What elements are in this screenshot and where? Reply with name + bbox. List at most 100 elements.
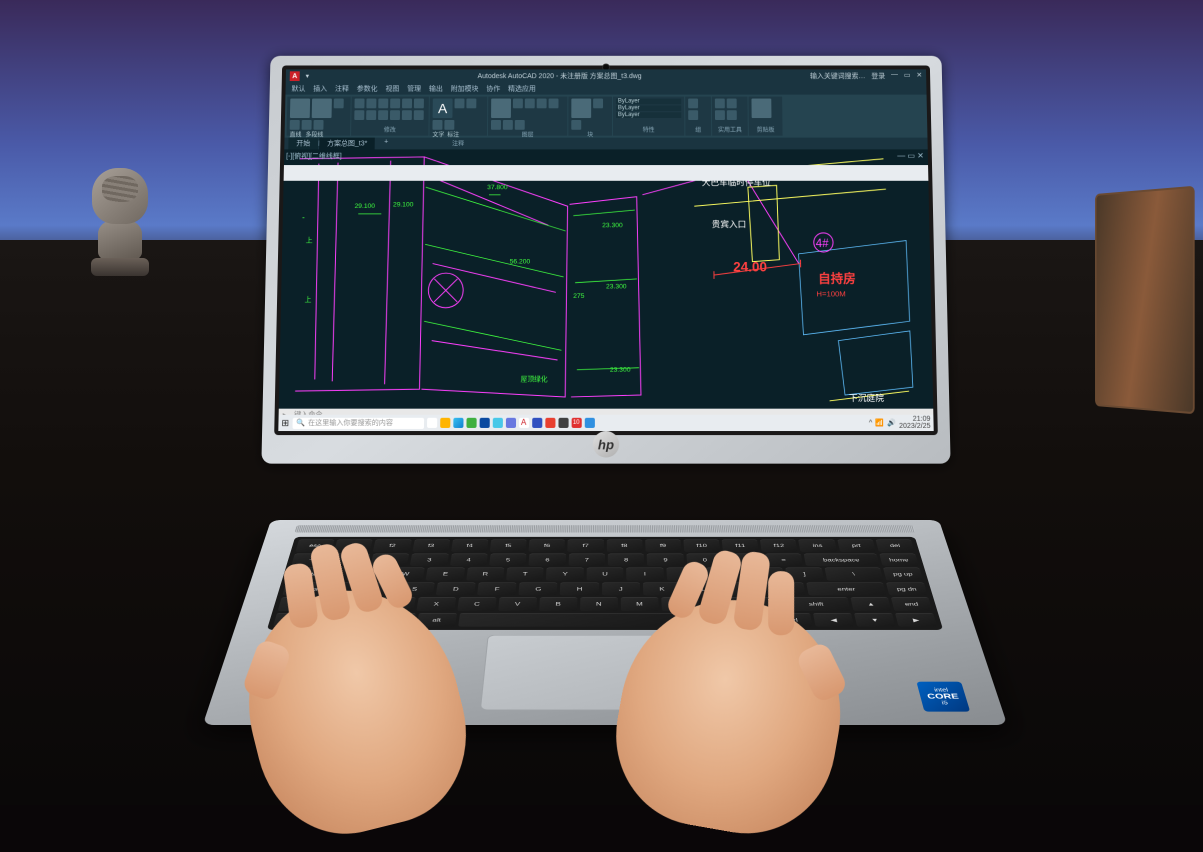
- app4-icon[interactable]: [558, 418, 568, 428]
- panel-layers[interactable]: 图层: [488, 97, 567, 136]
- key-up[interactable]: ▲: [850, 597, 891, 611]
- laptop-lid: A ▾ Autodesk AutoCAD 2020 - 未注册版 方案总图_t3…: [261, 56, 950, 464]
- key-enter[interactable]: enter: [807, 582, 887, 595]
- tab-addins[interactable]: 附加模块: [451, 84, 479, 94]
- app2-icon[interactable]: [532, 418, 542, 428]
- tab-annotate[interactable]: 注释: [335, 84, 349, 94]
- tab-default[interactable]: 默认: [291, 84, 305, 94]
- svg-text:屋顶绿化: 屋顶绿化: [521, 374, 548, 383]
- edge-icon[interactable]: [453, 418, 463, 428]
- tab-view[interactable]: 视图: [385, 84, 399, 94]
- ribbon-tabs: 默认 插入 注释 参数化 视图 管理 输出 附加模块 协作 精选应用: [285, 83, 926, 95]
- taskbar-pinned: A 10: [427, 418, 595, 428]
- tab-manage[interactable]: 管理: [407, 84, 421, 94]
- key-down[interactable]: ▼: [854, 613, 896, 627]
- color-dropdown[interactable]: ByLayer: [616, 99, 681, 105]
- svg-text:29.100: 29.100: [393, 201, 414, 208]
- tab-insert[interactable]: 插入: [313, 84, 327, 94]
- tab-parametric[interactable]: 参数化: [357, 84, 378, 94]
- taskbar-search[interactable]: 🔍 在这里输入你要搜索的内容: [292, 417, 424, 428]
- wechat-icon[interactable]: [466, 418, 476, 428]
- panel-utilities[interactable]: 实用工具: [712, 97, 748, 136]
- panel-draw[interactable]: 直线多段线 绘图: [287, 97, 351, 136]
- block-insert-icon[interactable]: [571, 99, 591, 119]
- layer-props-icon[interactable]: [491, 99, 511, 119]
- titlebar: A ▾ Autodesk AutoCAD 2020 - 未注册版 方案总图_t3…: [286, 69, 927, 83]
- svg-text:275: 275: [573, 293, 585, 300]
- svg-text:56.200: 56.200: [510, 259, 531, 266]
- autocad-taskbar-icon[interactable]: A: [519, 418, 529, 428]
- weather-icon[interactable]: [492, 418, 502, 428]
- qat-save-icon[interactable]: ▾: [306, 72, 310, 80]
- cad-drawing: 24.00 自持房 大巴车临时停车位 贵宾入口 下沉庭院 H=100M 4#: [279, 149, 933, 408]
- doctab-new[interactable]: +: [376, 138, 396, 150]
- svg-text:贵宾入口: 贵宾入口: [712, 218, 747, 229]
- svg-text:上: 上: [306, 235, 313, 244]
- svg-text:4#: 4#: [816, 238, 830, 250]
- screen-bezel: A ▾ Autodesk AutoCAD 2020 - 未注册版 方案总图_t3…: [274, 66, 938, 436]
- svg-text:23.300: 23.300: [606, 283, 627, 290]
- window-maximize-icon[interactable]: ▭: [904, 71, 911, 81]
- key-right[interactable]: ▶: [895, 613, 937, 627]
- document-tabs: 开始 方案总图_t3* +: [284, 138, 927, 150]
- app-icon[interactable]: [505, 418, 515, 428]
- intel-sticker: intelCOREi5: [916, 682, 970, 712]
- tab-featured[interactable]: 精选应用: [508, 84, 536, 94]
- tray-time[interactable]: 21:09: [899, 416, 931, 423]
- key-backspace[interactable]: backspace: [803, 553, 879, 566]
- store-icon[interactable]: [479, 418, 489, 428]
- speaker-grille: [295, 525, 916, 532]
- linetype-dropdown[interactable]: ByLayer: [616, 105, 681, 111]
- login-link[interactable]: 登录: [871, 71, 885, 81]
- system-tray: ^ 📶 🔊 21:09 2023/2/25: [869, 416, 931, 430]
- drawing-canvas[interactable]: [-][俯视][二维线框] — ▭ ✕: [279, 149, 933, 408]
- app5-icon[interactable]: 10: [571, 418, 581, 428]
- panel-clipboard[interactable]: 剪贴板: [748, 97, 782, 136]
- window-close-icon[interactable]: ✕: [916, 71, 922, 81]
- tray-network-icon[interactable]: 📶: [875, 419, 884, 427]
- text-icon[interactable]: A: [433, 99, 453, 119]
- panel-properties[interactable]: ByLayer ByLayer ByLayer 特性: [613, 97, 684, 136]
- app6-icon[interactable]: [584, 418, 594, 428]
- svg-text:自持房: 自持房: [818, 271, 856, 286]
- panel-modify[interactable]: 修改: [351, 97, 429, 136]
- svg-text:24.00: 24.00: [733, 259, 767, 274]
- windows-taskbar: [284, 165, 929, 181]
- search-icon: 🔍: [296, 419, 305, 427]
- svg-text:37.800: 37.800: [487, 184, 508, 191]
- paste-icon[interactable]: [751, 99, 771, 119]
- start-button[interactable]: ⊞: [281, 417, 289, 428]
- tab-output[interactable]: 输出: [429, 84, 443, 94]
- svg-text:23.300: 23.300: [602, 222, 623, 229]
- line-icon[interactable]: [290, 99, 310, 119]
- window-minimize-icon[interactable]: —: [891, 71, 898, 81]
- explorer-icon[interactable]: [440, 418, 450, 428]
- panel-group[interactable]: 组: [685, 97, 711, 136]
- app3-icon[interactable]: [545, 418, 555, 428]
- doctab-start[interactable]: 开始: [288, 138, 318, 150]
- search-hint[interactable]: 输入关键词搜索…: [810, 71, 865, 81]
- desk-tray: [1095, 186, 1195, 415]
- tray-volume-icon[interactable]: 🔊: [887, 419, 896, 427]
- tab-collab[interactable]: 协作: [486, 84, 500, 94]
- viewport-controls[interactable]: — ▭ ✕: [897, 151, 924, 160]
- svg-text:上: 上: [305, 295, 312, 304]
- doctab-drawing[interactable]: 方案总图_t3*: [319, 138, 375, 150]
- lineweight-dropdown[interactable]: ByLayer: [616, 112, 681, 118]
- panel-block[interactable]: 块: [568, 97, 612, 136]
- key-space[interactable]: [458, 613, 688, 627]
- panel-annotate[interactable]: A 文字标注 注释: [429, 97, 487, 136]
- figurine: [80, 168, 160, 298]
- polyline-icon[interactable]: [312, 99, 332, 119]
- view-label[interactable]: [-][俯视][二维线框]: [286, 151, 342, 161]
- key-left[interactable]: ◀: [813, 613, 854, 627]
- cortana-icon[interactable]: [427, 418, 437, 428]
- windows-taskbar: ⊞ 🔍 在这里输入你要搜索的内容: [278, 415, 933, 431]
- tray-date[interactable]: 2023/2/25: [899, 423, 931, 430]
- tray-chevron-icon[interactable]: ^: [869, 419, 872, 426]
- svg-text:29.100: 29.100: [354, 203, 375, 210]
- search-placeholder: 在这里输入你要搜索的内容: [308, 418, 393, 428]
- hp-logo: hp: [593, 431, 619, 457]
- svg-text:下沉庭院: 下沉庭院: [849, 392, 885, 403]
- screen: A ▾ Autodesk AutoCAD 2020 - 未注册版 方案总图_t3…: [278, 69, 933, 431]
